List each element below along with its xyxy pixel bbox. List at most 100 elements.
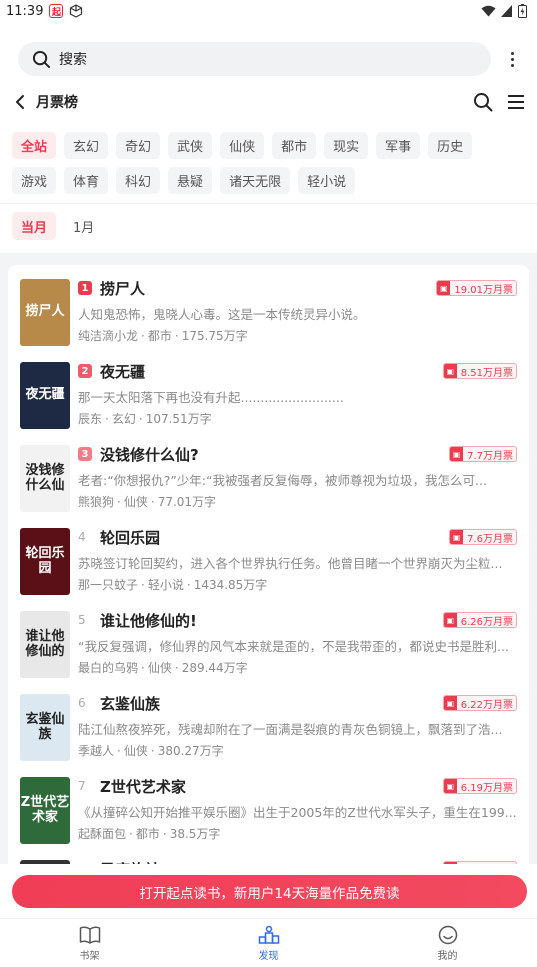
category-chip[interactable]: 奇幻 xyxy=(116,132,161,159)
book-item[interactable]: 谁让他修仙的 5 谁让他修仙的! ▣ 6.26万月票 “我反复强调，修仙界的风气本来就是歪… xyxy=(20,611,517,694)
tab-label: 我的 xyxy=(437,950,458,962)
header-search-icon[interactable] xyxy=(473,92,493,112)
category-chip[interactable]: 武侠 xyxy=(168,132,213,159)
category-chip[interactable]: 悬疑 xyxy=(168,167,213,194)
period-tabs: 当月 1月 xyxy=(0,203,537,253)
tab-me[interactable]: 我的 xyxy=(358,919,537,967)
bottom-tab-bar: 书架 发现 我的 xyxy=(0,918,537,967)
book-item[interactable]: 没钱修什么仙 3 没钱修什么仙? ▣ 7.7万月票 老者:“你想报仇?”少年:“我被强者反… xyxy=(20,445,517,528)
separator-dot: · xyxy=(150,744,155,758)
category-chip[interactable]: 军事 xyxy=(376,132,421,159)
book-cover[interactable]: 谁让他修仙的 xyxy=(20,611,70,678)
book-author: 纯洁滴小龙 xyxy=(78,329,139,343)
cover-title-text: 谁让他修仙的 xyxy=(25,629,65,659)
category-chip[interactable]: 现实 xyxy=(324,132,369,159)
qidian-status-icon: 起 xyxy=(49,4,64,18)
rank-number: 5 xyxy=(78,613,86,627)
book-genre: 仙侠 xyxy=(147,661,172,675)
book-title[interactable]: 夜无疆 xyxy=(100,361,443,382)
cover-title-text: 轮回乐园 xyxy=(25,546,65,576)
book-meta: 那一只蚊子 · 轻小说 · 1434.85万字 xyxy=(78,576,517,593)
book-genre: 轻小说 xyxy=(147,578,184,592)
book-cover[interactable]: 没钱修什么仙 xyxy=(20,445,70,512)
search-placeholder: 搜索 xyxy=(59,52,87,68)
period-january[interactable]: 1月 xyxy=(64,212,103,240)
cover-title-text: 没钱修什么仙 xyxy=(25,463,65,493)
separator-dot: · xyxy=(174,329,179,343)
book-word-count: 107.51万字 xyxy=(145,412,212,426)
more-menu-icon[interactable] xyxy=(501,51,523,67)
book-cover[interactable]: 玄鉴仙族 xyxy=(20,694,70,761)
ticket-icon: ▣ xyxy=(443,779,457,793)
period-current-month[interactable]: 当月 xyxy=(12,212,57,240)
book-info: 6 玄鉴仙族 ▣ 6.22万月票 陆江仙熬夜猝死，残魂却附在了一面满是裂痕的青灰色铜镜上… xyxy=(78,694,517,777)
book-author: 那一只蚊子 xyxy=(78,578,139,592)
book-item[interactable]: 捞尸人 1 捞尸人 ▣ 19.01万月票 人知鬼恐怖，鬼晓人心毒。这是一本传统灵异小说。纯… xyxy=(20,279,517,362)
category-chip[interactable]: 历史 xyxy=(428,132,473,159)
book-cover[interactable]: Z世代艺术家 xyxy=(20,777,70,844)
search-row: 搜索 xyxy=(0,22,537,84)
vote-count: 6.26万月票 xyxy=(460,616,513,628)
book-info: 3 没钱修什么仙? ▣ 7.7万月票 老者:“你想报仇?”少年:“我被强者反复侮辱，被师… xyxy=(78,445,517,528)
tab-bookshelf[interactable]: 书架 xyxy=(0,919,179,967)
separator-dot: · xyxy=(105,412,109,426)
book-item[interactable]: Z世代艺术家 7 Z世代艺术家 ▣ 6.19万月票 《从撞碎公知开始推平娱乐圈》出生于20… xyxy=(20,777,517,860)
status-time: 11:39 xyxy=(6,3,44,19)
category-chip[interactable]: 玄幻 xyxy=(64,132,109,159)
category-chip[interactable]: 轻小说 xyxy=(298,167,356,194)
category-chip[interactable]: 科幻 xyxy=(116,167,161,194)
book-title[interactable]: 轮回乐园 xyxy=(100,527,449,548)
book-author: 熊狼狗 xyxy=(78,495,115,509)
open-app-button[interactable]: 打开起点读书，新用户14天海量作品免费读 xyxy=(12,875,527,908)
category-chip[interactable]: 全站 xyxy=(12,132,57,159)
book-word-count: 380.27万字 xyxy=(157,744,224,758)
book-genre: 仙侠 xyxy=(123,495,148,509)
category-chip[interactable]: 游戏 xyxy=(12,167,57,194)
separator-dot: · xyxy=(186,578,191,592)
back-arrow-icon[interactable] xyxy=(14,93,32,111)
book-cover[interactable]: 夜无疆 xyxy=(20,362,70,429)
vote-count-badge: ▣ 7.7万月票 xyxy=(449,446,517,462)
category-chip[interactable]: 诸天无限 xyxy=(220,167,291,194)
vote-count: 6.22万月票 xyxy=(460,699,513,711)
cube-icon xyxy=(70,4,83,18)
wifi-icon xyxy=(481,5,496,17)
book-title[interactable]: 捞尸人 xyxy=(100,278,436,299)
book-title[interactable]: 谁让他修仙的! xyxy=(100,610,443,631)
book-cover[interactable]: 捞尸人 xyxy=(20,279,70,346)
book-cover[interactable]: 轮回乐园 xyxy=(20,528,70,595)
book-info: 2 夜无疆 ▣ 8.51万月票 那一天太阳落下再也没有升起...............… xyxy=(78,362,517,445)
book-item[interactable]: 轮回乐园 4 轮回乐园 ▣ 7.6万月票 苏晓签订轮回契约，进入各个世界执行任务。他曾目睹… xyxy=(20,528,517,611)
book-item[interactable]: 玄鉴仙族 6 玄鉴仙族 ▣ 6.22万月票 陆江仙熬夜猝死，残魂却附在了一面满是裂痕的青灰… xyxy=(20,694,517,777)
vote-count: 7.7万月票 xyxy=(467,450,513,462)
category-chip[interactable]: 都市 xyxy=(272,132,317,159)
book-title[interactable]: Z世代艺术家 xyxy=(100,776,443,797)
tab-discover[interactable]: 发现 xyxy=(179,919,358,967)
ticket-icon: ▣ xyxy=(443,613,457,627)
book-author: 起酥面包 xyxy=(78,827,127,841)
battery-icon xyxy=(518,4,527,18)
search-icon xyxy=(32,50,51,68)
cover-title-text: Z世代艺术家 xyxy=(20,795,70,825)
status-bar: 11:39 起 xyxy=(0,0,537,22)
book-title[interactable]: 没钱修什么仙? xyxy=(100,444,449,465)
book-description: 陆江仙熬夜猝死，残魂却附在了一面满是裂痕的青灰色铜镜上，飘落到了浩... xyxy=(78,722,503,737)
rank-number: 4 xyxy=(78,530,86,544)
book-title[interactable]: 玄鉴仙族 xyxy=(100,693,443,714)
category-chip[interactable]: 仙侠 xyxy=(220,132,265,159)
book-word-count: 289.44万字 xyxy=(181,661,248,675)
book-meta: 季越人 · 仙侠 · 380.27万字 xyxy=(78,742,517,759)
search-input[interactable]: 搜索 xyxy=(18,42,491,76)
rank-number: 3 xyxy=(78,447,92,461)
category-chip[interactable]: 体育 xyxy=(64,167,109,194)
book-description: “我反复强调，修仙界的风气本来就是歪的，不是我带歪的，都说史书是胜利... xyxy=(78,639,509,654)
tab-label: 发现 xyxy=(258,950,279,962)
ranking-list: 捞尸人 1 捞尸人 ▣ 19.01万月票 人知鬼恐怖，鬼晓人心毒。这是一本传统灵异小说。纯… xyxy=(8,265,529,869)
book-genre: 仙侠 xyxy=(123,744,148,758)
ticket-icon: ▣ xyxy=(443,364,457,378)
book-author: 辰东 xyxy=(78,412,103,426)
book-item[interactable]: 夜无疆 2 夜无疆 ▣ 8.51万月票 那一天太阳落下再也没有升起............… xyxy=(20,362,517,445)
rank-number: 2 xyxy=(78,364,92,378)
smile-icon xyxy=(438,925,457,944)
hamburger-menu-icon[interactable] xyxy=(507,94,525,110)
